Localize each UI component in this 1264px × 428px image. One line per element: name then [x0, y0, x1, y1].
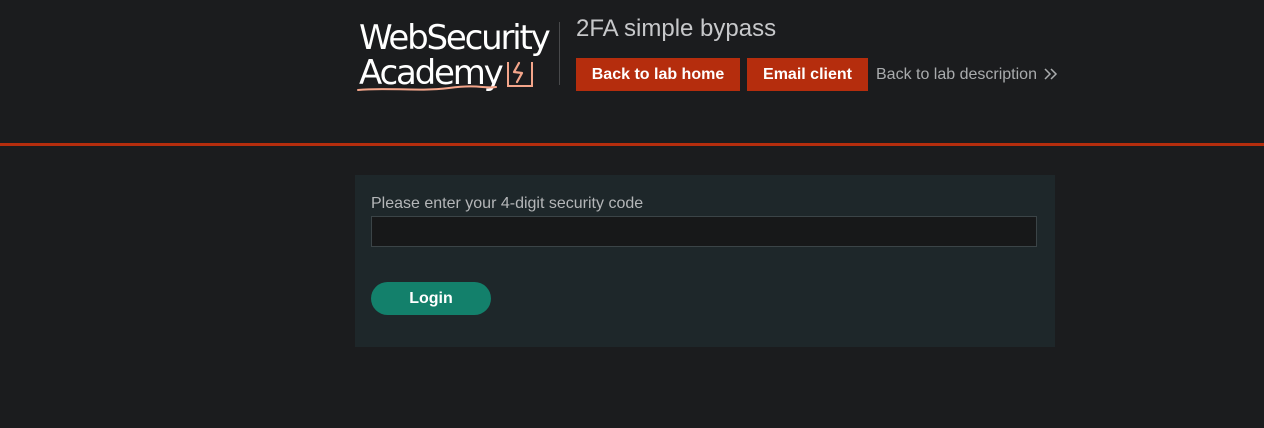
email-client-button[interactable]: Email client — [747, 58, 868, 91]
web-security-academy-logo[interactable]: WebSecurity Academy — [357, 20, 557, 94]
header-divider — [559, 22, 560, 85]
back-link-label: Back to lab description — [876, 66, 1037, 83]
page-header: WebSecurity Academy 2FA simple bypass Ba… — [0, 0, 1264, 143]
lightning-bolt-icon — [507, 61, 533, 87]
logo-text-line1: WebSecurity — [359, 18, 551, 58]
lab-title: 2FA simple bypass — [576, 15, 777, 42]
security-code-input[interactable] — [371, 216, 1037, 247]
back-to-lab-description-link[interactable]: Back to lab description — [876, 58, 1058, 91]
logo-underline-icon — [357, 85, 497, 91]
header-rule — [0, 143, 1264, 146]
login-button[interactable]: Login — [371, 282, 491, 315]
security-code-form: Please enter your 4-digit security code … — [355, 175, 1055, 347]
back-to-lab-home-button[interactable]: Back to lab home — [576, 58, 740, 91]
security-code-label: Please enter your 4-digit security code — [371, 195, 644, 212]
double-chevron-right-icon — [1044, 68, 1058, 80]
